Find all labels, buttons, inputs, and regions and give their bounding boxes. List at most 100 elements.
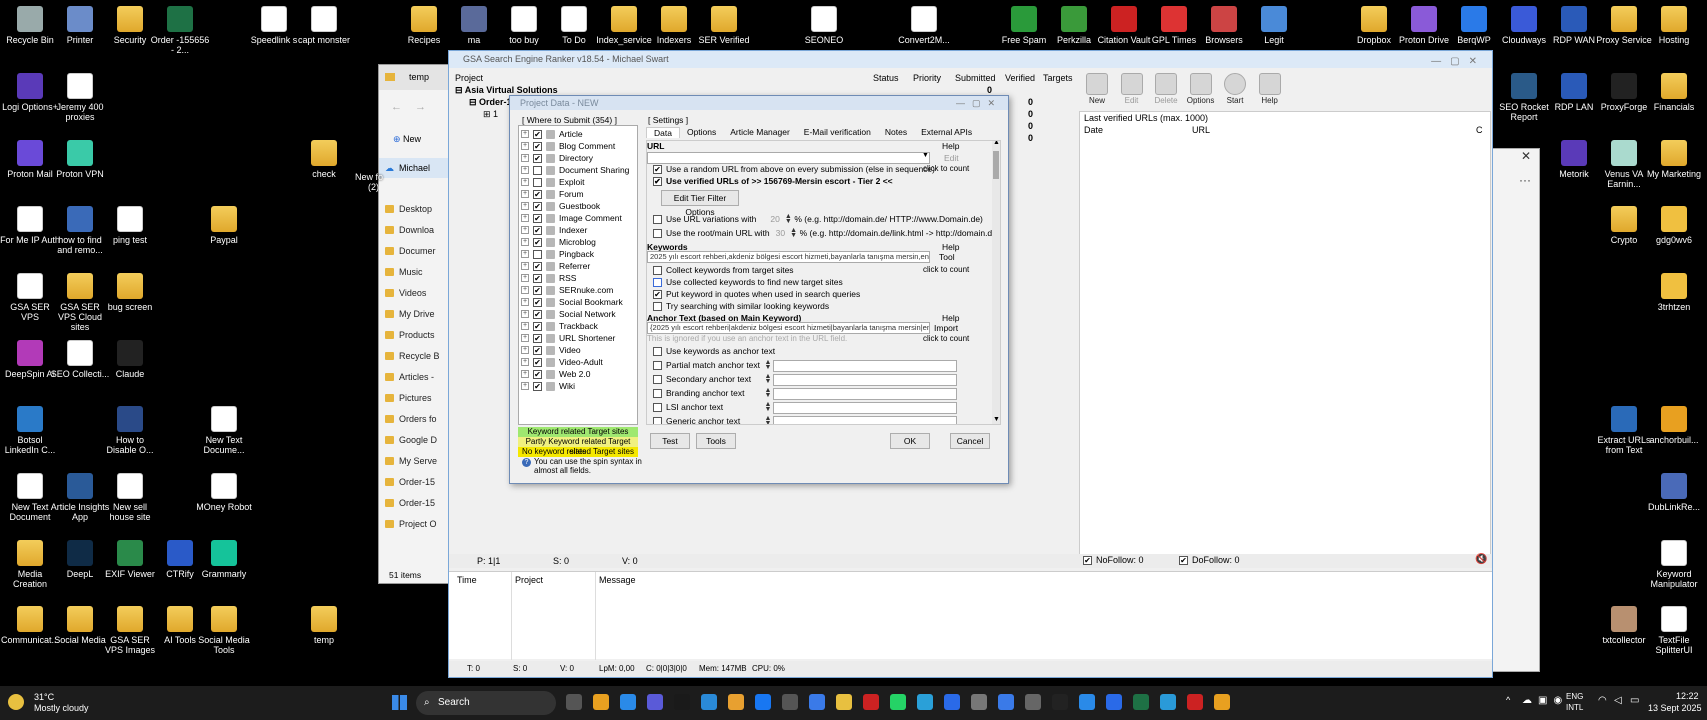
anchor-text-field[interactable]: {2025 yılı escort rehberi|akdeniz bölges… (647, 322, 930, 334)
platform-item[interactable]: + Exploit (519, 176, 637, 188)
taskbar-app-icon[interactable] (944, 694, 960, 710)
log-col-message[interactable]: Message (599, 575, 636, 585)
platform-item[interactable]: + Trackback (519, 320, 637, 332)
explorer-window[interactable]: temp ← → ⊕ New ☁ Michael Desktop Downloa Do… (378, 64, 454, 584)
platform-item[interactable]: + Video (519, 344, 637, 356)
desktop-icon[interactable]: SER Verified (694, 6, 754, 45)
platform-item[interactable]: + Social Bookmark (519, 296, 637, 308)
taskbar-app-icon[interactable] (1133, 694, 1149, 710)
explorer-nav-item[interactable]: Products (379, 325, 454, 346)
lang-eng[interactable]: ENG (1566, 692, 1583, 701)
platform-item[interactable]: + Directory (519, 152, 637, 164)
desktop-icon[interactable]: How to Disable O... (100, 406, 160, 455)
desktop-icon[interactable]: check (294, 140, 354, 179)
desktop-icon[interactable]: Legit (1244, 6, 1304, 45)
tray-up-icon[interactable]: ^ (1506, 695, 1510, 705)
verified-urls-panel[interactable]: Last verified URLs (max. 1000) Date URL … (1079, 111, 1491, 556)
volume-icon[interactable]: ◁ (1614, 695, 1622, 706)
taskbar-app-icon[interactable] (620, 694, 636, 710)
expand-icon[interactable]: + (521, 310, 529, 318)
options-button[interactable]: Options (1185, 73, 1217, 105)
dofollow-toggle[interactable]: DoFollow: 0 (1179, 555, 1240, 565)
root-url-checkbox[interactable] (653, 228, 662, 238)
log-panel[interactable]: Time Project Message (449, 571, 1492, 660)
settings-tab[interactable]: Data (646, 126, 680, 138)
explorer-nav-item[interactable]: Project O (379, 514, 454, 535)
log-col-time[interactable]: Time (457, 575, 477, 585)
col-c[interactable]: C (1476, 125, 1483, 135)
anchor-type-spinner[interactable]: ▲ ▼ (764, 401, 772, 413)
platform-checkbox[interactable] (533, 141, 542, 151)
anchor-type-checkbox[interactable] (653, 416, 662, 424)
platform-checkbox[interactable] (533, 261, 542, 271)
dofollow-checkbox[interactable] (1179, 555, 1188, 565)
desktop-icon[interactable]: Proton VPN (50, 140, 110, 179)
platform-item[interactable]: + RSS (519, 272, 637, 284)
anchor-type-spinner[interactable]: ▲ ▼ (764, 359, 772, 371)
anchor-type-checkbox[interactable] (653, 374, 662, 384)
log-col-project[interactable]: Project (515, 575, 543, 585)
taskbar-app-icon[interactable] (755, 694, 771, 710)
platform-checkbox[interactable] (533, 357, 542, 367)
panel-scrollbar[interactable]: ▲ ▼ (992, 141, 1000, 424)
platform-checkbox[interactable] (533, 249, 542, 259)
dialog-window-controls[interactable]: —▢✕ (956, 96, 1002, 110)
url-dropdown-icon[interactable]: ▼ (922, 152, 929, 159)
anchor-type-option[interactable]: Generic anchor text▲▼% (653, 415, 783, 424)
desktop-icon[interactable]: Keyword Manipulator (1644, 540, 1704, 589)
taskbar-app-icon[interactable] (971, 694, 987, 710)
platform-checkbox[interactable] (533, 273, 542, 283)
forward-arrow-icon[interactable]: → (415, 101, 426, 113)
settings-tab[interactable]: Notes (878, 127, 914, 137)
col-url[interactable]: URL (1192, 125, 1210, 135)
desktop-icon[interactable]: DubLinkRe... (1644, 473, 1704, 512)
wifi-icon[interactable]: ◠ (1598, 695, 1607, 706)
back-arrow-icon[interactable]: ← (391, 101, 402, 113)
new-button[interactable]: ⊕ New (393, 134, 421, 145)
battery-icon[interactable]: ▭ (1630, 695, 1639, 706)
explorer-nav-item[interactable]: Articles - (379, 367, 454, 388)
platform-checkbox[interactable] (533, 369, 542, 379)
taskbar-app-icon[interactable] (836, 694, 852, 710)
expand-icon[interactable]: + (521, 334, 529, 342)
settings-tab[interactable]: External APIs (914, 127, 979, 137)
platform-checkbox[interactable] (533, 177, 542, 187)
url-variations-option[interactable]: Use URL variations with 20 ▲ ▼% (e.g. http… (653, 213, 983, 225)
desktop-icon[interactable]: My Marketing (1644, 140, 1704, 179)
explorer-nav-item[interactable]: Pictures (379, 388, 454, 409)
taskbar-app-icon[interactable] (782, 694, 798, 710)
settings-tab[interactable]: E-Mail verification (797, 127, 878, 137)
anchor-help-link[interactable]: Help (942, 313, 959, 323)
edit-url-button[interactable]: Edit (944, 153, 959, 163)
anchor-type-field[interactable] (773, 374, 957, 386)
anchor-type-field[interactable] (773, 388, 957, 400)
platform-item[interactable]: + Microblog (519, 236, 637, 248)
quotes-option[interactable]: Put keyword in quotes when used in searc… (653, 289, 860, 299)
expand-icon[interactable]: + (521, 382, 529, 390)
explorer-onedrive-item[interactable]: ☁ Michael (379, 158, 454, 178)
start-button[interactable]: Start (1219, 73, 1251, 105)
close-icon[interactable]: ✕ (1521, 149, 1531, 163)
clock-date[interactable]: 13 Sept 2025 (1648, 703, 1702, 713)
more-icon[interactable]: ··· (1519, 173, 1531, 187)
taskbar-app-icon[interactable] (1025, 694, 1041, 710)
taskbar-app-icon[interactable] (863, 694, 879, 710)
desktop-icon[interactable]: ping test (100, 206, 160, 245)
expand-icon[interactable]: + (521, 154, 529, 162)
window-controls[interactable]: —▢✕ (1431, 53, 1486, 70)
taskbar-app-icon[interactable] (1187, 694, 1203, 710)
explorer-nav-item[interactable]: Recycle B (379, 346, 454, 367)
random-url-checkbox[interactable] (653, 164, 662, 174)
anchor-type-option[interactable]: LSI anchor text▲▼% (653, 401, 783, 413)
taskbar-app-icon[interactable] (674, 694, 690, 710)
data-tab-panel[interactable]: URL Help ▼ Edit click to count Use a ran… (646, 140, 1001, 425)
expand-icon[interactable]: + (521, 130, 529, 138)
expand-icon[interactable]: + (521, 142, 529, 150)
scroll-down-icon[interactable]: ▼ (993, 416, 1000, 423)
collect-keywords-checkbox[interactable] (653, 265, 662, 275)
anchor-type-spinner[interactable]: ▲ ▼ (764, 387, 772, 399)
expand-icon[interactable]: + (521, 322, 529, 330)
keywords-as-anchor-option[interactable]: Use keywords as anchor text (653, 346, 775, 356)
platform-checkbox[interactable] (533, 321, 542, 331)
taskbar-app-icon[interactable] (728, 694, 744, 710)
